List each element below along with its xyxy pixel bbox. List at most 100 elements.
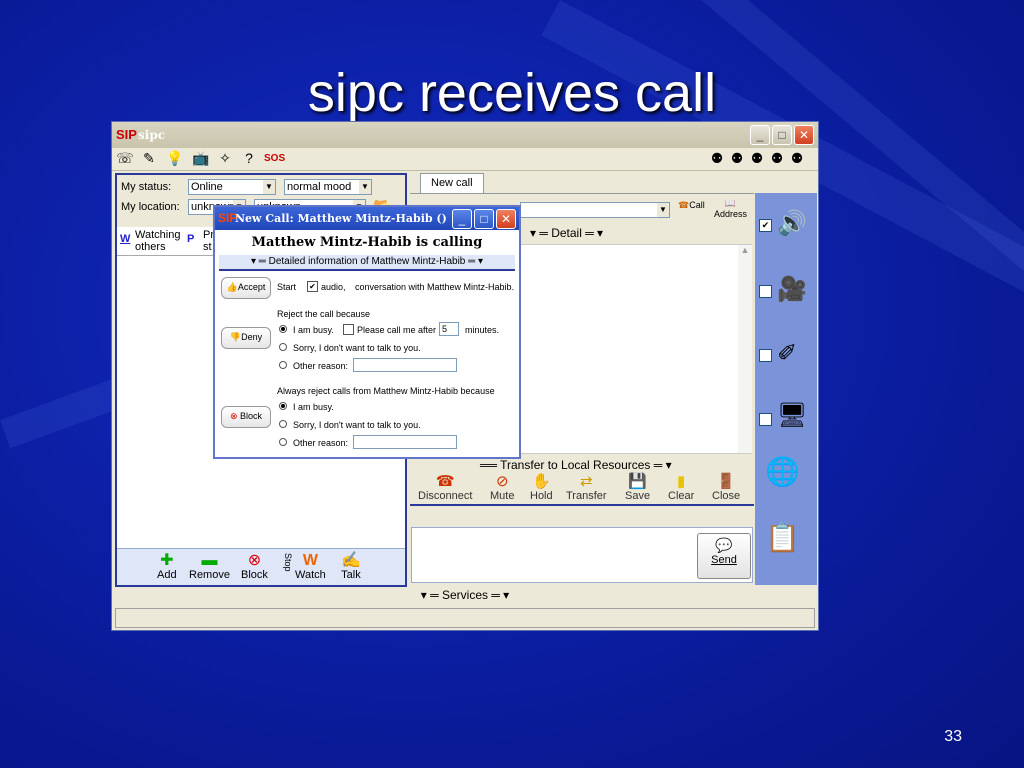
call-me-checkbox[interactable] [343,324,354,335]
people-icon[interactable]: ⚉ [768,150,786,167]
remove-button[interactable]: ▬ Remove [189,553,230,582]
audio-checkbox[interactable]: ✔ [759,219,772,232]
block-sorry-radio[interactable] [279,420,287,428]
transfer-header[interactable]: ══ Transfer to Local Resources ═ ▾ [480,458,672,472]
clear-button[interactable]: ▮ Clear [668,472,694,502]
edit-icon[interactable]: ✎ [140,150,158,167]
whiteboard-checkbox[interactable] [759,349,772,362]
minutes-input[interactable]: 5 [439,322,459,336]
disconnect-button[interactable]: ☎ Disconnect [418,472,472,502]
dialog-minimize-button[interactable]: _ [452,209,472,229]
video-checkbox[interactable] [759,285,772,298]
tab-new-call[interactable]: New call [420,173,484,194]
address-label: Address [714,209,748,219]
maximize-button[interactable]: □ [772,125,792,145]
sos-icon[interactable]: SOS [264,150,285,167]
media-panel: ✔ 🔊 🎥 ✐ 🖥 🌐 📋 [755,193,817,585]
block-busy-radio[interactable] [279,402,287,410]
dialog-maximize-button[interactable]: □ [474,209,494,229]
other-reason-radio[interactable] [279,361,287,369]
exit-door-icon: 🚪 [716,473,736,490]
compass-icon[interactable]: ✧ [216,150,234,167]
mute-button[interactable]: ⊘ Mute [490,472,514,502]
block-other-radio[interactable] [279,438,287,446]
window-titlebar[interactable]: SIP sipc _ □ ✕ [112,122,818,148]
talk-button[interactable]: ✍ Talk [341,552,361,582]
talk-icon: ✍ [341,552,361,569]
stop-label: Stop [283,553,293,572]
close-call-button[interactable]: 🚪 Close [712,472,740,502]
block-other-input[interactable] [353,435,457,449]
people-icon[interactable]: ⚉ [788,150,806,167]
talk-label: Talk [341,569,361,581]
watching-prefix: W [120,233,131,245]
notes-icon[interactable]: 📋 [765,521,800,554]
save-label: Save [625,490,651,502]
phone-icon[interactable]: ☏ [116,150,134,167]
dialog-titlebar[interactable]: SIP New Call: Matthew Mintz-Habib () _ □… [215,207,519,230]
conversation-text: conversation with Matthew Mintz-Habib. [355,282,515,292]
globe-icon[interactable]: 🌐 [765,455,800,488]
send-button[interactable]: 💬 Send [697,533,751,579]
minutes-value: 5 [442,324,448,334]
address-button[interactable]: 📖 Address [714,198,747,219]
calling-heading: Matthew Mintz-Habib is calling [251,235,483,250]
block-icon: ⊗ [229,411,238,421]
people-icon[interactable]: ⚉ [748,150,766,167]
transfer-label: Transfer to Local Resources [500,458,651,472]
busy-radio[interactable] [279,325,287,333]
pen-icon[interactable]: ✐ [777,339,797,368]
thumbs-up-icon: 👍 [226,282,238,292]
save-button[interactable]: 💾 Save [625,472,650,502]
always-reject-header: Always reject calls from Matthew Mintz-H… [277,386,495,396]
block-button[interactable]: ⊗ Block [241,553,268,582]
action-divider [410,504,754,506]
tv-icon[interactable]: 📺 [192,150,210,167]
desktop-icon[interactable]: 🖥 [777,401,807,430]
watching-label[interactable]: Watching others [135,229,185,253]
watch-label: Watch [295,569,326,581]
block-call-button[interactable]: ⊗ Block [221,406,271,428]
transfer-button[interactable]: ⇄ Transfer [566,472,607,502]
bulb-icon[interactable]: 💡 [166,150,184,167]
sipc-logo: SIP [116,127,137,142]
detail-header[interactable]: ▾ ═ Detail ═ ▾ [530,226,603,240]
accept-label: Accept [237,282,266,292]
people-icon[interactable]: ⚉ [728,150,746,167]
window-title: sipc [138,128,166,142]
block-call-label: Block [240,411,263,421]
other-reason-input[interactable] [353,358,457,372]
services-bar[interactable]: ▾ ═ Services ═ ▾ [112,588,818,604]
thumbs-down-icon: 👎 [229,332,242,342]
accept-button[interactable]: 👍Accept [221,277,271,299]
help-icon[interactable]: ? [240,150,258,167]
new-call-dialog: SIP New Call: Matthew Mintz-Habib () _ □… [213,205,521,459]
add-button[interactable]: ✚ Add [157,553,177,582]
vertical-scrollbar[interactable]: ▲ [738,245,752,453]
dialog-close-button[interactable]: ✕ [496,209,516,229]
minimize-button[interactable]: _ [750,125,770,145]
audio-start-checkbox[interactable]: ✔ [307,281,318,292]
desktop-checkbox[interactable] [759,413,772,426]
callee-select[interactable]: ▼ [520,202,670,218]
detail-info-header[interactable]: ▾ ═ Detailed information of Matthew Mint… [219,255,515,271]
sorry-radio[interactable] [279,343,287,351]
watch-icon: W [302,552,318,569]
watch-button[interactable]: W Watch [295,552,326,582]
deny-label: Deny [241,332,263,342]
mute-label: Mute [490,490,515,502]
people-icon[interactable]: ⚉ [708,150,726,167]
close-button[interactable]: ✕ [794,125,814,145]
detail-label: Detail [551,226,582,240]
speech-bubble-icon: 💬 [715,537,733,553]
my-status-label: My status: [121,181,172,193]
deny-button[interactable]: 👎Deny [221,327,271,349]
call-button[interactable]: ☎Call [678,200,705,211]
call-label: Call [689,200,705,210]
audio-icon[interactable]: 🔊 [777,209,807,238]
my-location-label: My location: [121,201,180,213]
camera-icon[interactable]: 🎥 [777,275,807,304]
mood-select[interactable]: normal mood ▼ [284,179,372,195]
hold-button[interactable]: ✋ Hold [530,472,553,502]
status-select[interactable]: Online ▼ [188,179,276,195]
